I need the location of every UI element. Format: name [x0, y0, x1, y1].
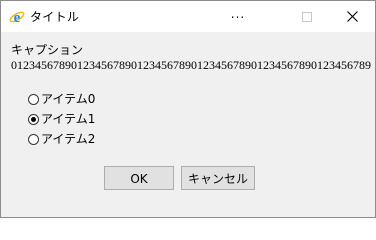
- title-bar[interactable]: e タイトル ...: [1, 1, 375, 32]
- digits-text: 0123456789012345678901234567890123456789…: [11, 58, 371, 72]
- radio-label: アイテム0: [41, 92, 96, 106]
- close-button[interactable]: [329, 1, 375, 32]
- internet-explorer-icon: e: [9, 9, 25, 26]
- minimize-button[interactable]: ...: [215, 1, 261, 32]
- caption-label: キャプション: [11, 43, 84, 57]
- radio-item-0[interactable]: アイテム0: [28, 90, 95, 108]
- radio-button[interactable]: [28, 133, 39, 145]
- maximize-button[interactable]: [284, 1, 330, 32]
- radio-item-1[interactable]: アイテム1: [28, 110, 95, 128]
- radio-item-2[interactable]: アイテム2: [28, 130, 95, 148]
- cancel-button[interactable]: キャンセル: [181, 166, 255, 190]
- svg-text:e: e: [14, 10, 21, 25]
- window-title: タイトル: [30, 10, 80, 24]
- radio-button[interactable]: [28, 113, 39, 125]
- maximize-icon: [302, 7, 312, 26]
- dialog-window: e タイトル ... キャプション 0123456789012345678901…: [0, 0, 376, 218]
- ok-button[interactable]: OK: [104, 166, 174, 190]
- radio-label: アイテム1: [41, 112, 96, 126]
- minimize-label: ...: [230, 6, 246, 21]
- radio-selected-dot: [31, 116, 36, 122]
- radio-label: アイテム2: [41, 132, 96, 146]
- radio-button[interactable]: [28, 93, 39, 105]
- close-icon: [346, 7, 358, 26]
